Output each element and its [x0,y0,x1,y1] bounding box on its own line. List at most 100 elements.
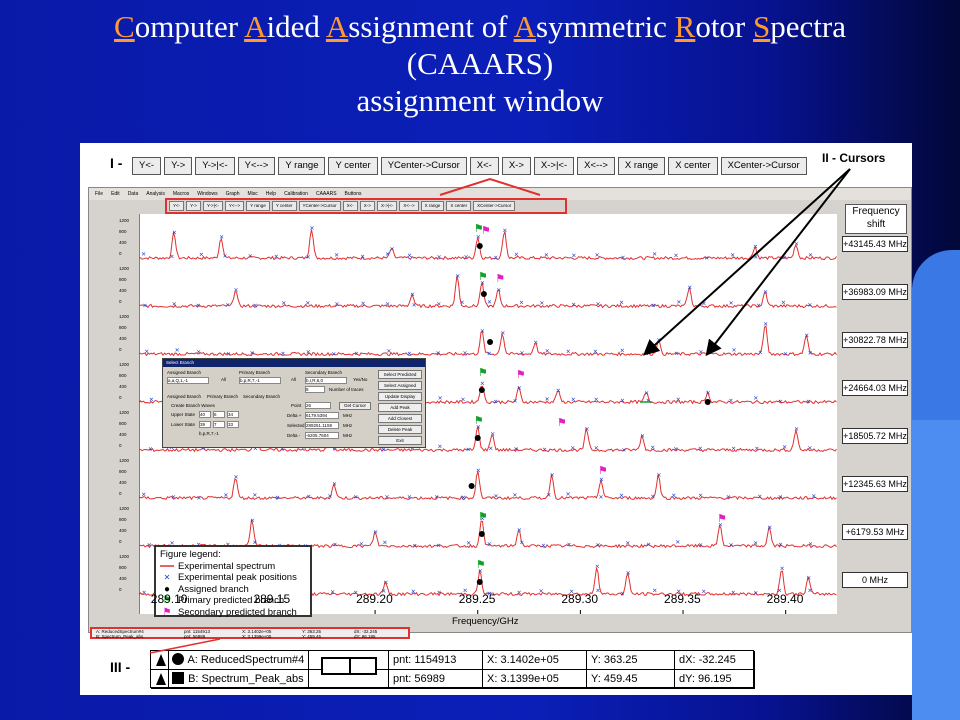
experimental-peak-marker: ✕ [698,493,703,500]
toolbar-button[interactable]: X-> [501,157,531,175]
toolbar-button[interactable]: X<- [469,157,499,175]
experimental-peak-marker: ✕ [334,252,339,259]
dialog-button[interactable]: Add Peak [378,403,422,412]
legend-symbol-icon: ⚑ [162,606,172,618]
cursor-a-trace[interactable]: A: ReducedSpectrum#4 [169,651,309,670]
upper-state-kc[interactable]: 34 [227,411,239,418]
toolbar-button[interactable]: X range [617,157,666,175]
title-segment: ided [266,9,326,44]
assigned-all-checkbox[interactable]: All [221,377,226,382]
create-branch-waves-checkbox[interactable]: Create Branch Waves [171,403,215,408]
selected-value[interactable]: 289251.1159 [305,422,339,429]
experimental-peak-marker: ✕ [171,494,176,501]
experimental-peak-marker: ✕ [175,347,180,354]
experimental-peak-marker: ✕ [464,254,469,261]
experimental-peak-marker: ✕ [674,351,679,358]
upper-state-ka[interactable]: 6 [213,411,225,418]
cursor-a-y: Y: 363.25 [587,651,675,670]
tab-secondary-branch[interactable]: Secondary Branch [243,394,280,399]
y-tick-label: 0 [119,299,122,304]
experimental-peak-marker: ✕ [330,589,335,596]
toolbar-button[interactable]: Y->|<- [195,157,235,175]
toolbar-button[interactable]: Y<- [132,157,162,175]
toolbar-button[interactable]: Y range [278,157,326,175]
dialog-button[interactable]: Select Assigned [378,381,422,390]
experimental-peak-marker: ✕ [142,590,147,597]
y-tick-label: 400 [119,528,127,533]
toolbar-button[interactable]: X center [668,157,718,175]
toolbar-button[interactable]: Y center [328,157,378,175]
tab-primary-branch[interactable]: Primary Branch [207,394,238,399]
dialog-button[interactable]: Update Display [378,392,422,401]
delta-minus-value[interactable]: -6205.7604 [305,432,339,439]
title-segment: A [244,9,267,44]
menu-item[interactable]: Analysis [146,188,165,200]
menu-item[interactable]: Data [128,188,139,200]
y-tick-label: 1200 [119,458,130,463]
experimental-peak-marker: ✕ [487,541,492,548]
toolbar-button[interactable]: Y-> [164,157,193,175]
experimental-peak-marker: ✕ [753,395,758,402]
experimental-peak-marker: ✕ [438,395,443,402]
cursor-slider[interactable] [321,657,377,675]
toolbar-button[interactable]: X<--> [577,157,615,175]
y-tick-label: 400 [119,336,127,341]
experimental-peak-marker: ✕ [778,542,783,549]
number-of-traces-input[interactable]: 8 [305,386,325,393]
experimental-peak-marker: ✕ [780,566,785,573]
dialog-button[interactable]: Delete Peak [378,425,422,434]
cursor-b-triangle-icon[interactable] [151,670,169,689]
experimental-peak-marker: ✕ [687,285,692,292]
dialog-button[interactable]: Exit [378,436,422,445]
upper-state-j[interactable]: 40 [199,411,211,418]
cursor-b-trace[interactable]: B: Spectrum_Peak_abs [169,670,309,689]
primary-predicted-marker: ⚑ [476,558,486,571]
number-of-traces-label: Number of traces [329,387,364,392]
dialog-button[interactable]: Select Predicted [378,370,422,379]
assigned-branch-dot [478,387,485,393]
y-tick-label: 0 [119,347,122,352]
toolbar-button[interactable]: XCenter->Cursor [720,157,807,175]
toolbar-button[interactable]: Y<--> [237,157,276,175]
primary-all-checkbox[interactable]: All [291,377,296,382]
experimental-peak-marker: ✕ [566,491,571,498]
experimental-peak-marker: ✕ [753,540,758,547]
experimental-peak-marker: ✕ [626,570,631,577]
experimental-peak-marker: ✕ [514,252,519,259]
toolbar-button[interactable]: X->|<- [533,157,575,175]
frequency-shift-label: +24664.03 MHz [842,380,908,396]
get-cursor-button[interactable]: Get Cursor [339,402,371,410]
experimental-peak-marker: ✕ [541,542,546,549]
yes-no-checkbox[interactable]: Yes/No [353,377,367,382]
assigned-branch-dot [487,339,494,345]
experimental-peak-marker: ✕ [807,302,812,309]
experimental-peak-marker: ✕ [280,351,285,358]
primary-branch-select[interactable]: b,p,R,7,-1 [239,377,281,384]
cursor-a-triangle-icon[interactable] [151,651,169,670]
title-segment: omputer [134,9,245,44]
menu-item[interactable]: Edit [111,188,120,200]
decorative-blue-shape-lower [912,420,960,720]
experimental-peak-marker: ✕ [652,588,657,595]
small-trace-b: B: Spectrum_Peak_abs [96,634,144,639]
lower-state-j[interactable]: 39 [199,421,211,428]
y-tick-label: 0 [119,491,122,496]
experimental-peak-marker: ✕ [619,492,624,499]
cursor-b-x: X: 3.1399e+05 [483,670,587,689]
lower-state-kc[interactable]: 33 [227,421,239,428]
secondary-branch-select[interactable]: b,r,R,6,0 [305,377,347,384]
legend-item: Experimental spectrum [160,561,306,573]
toolbar-button[interactable]: YCenter->Cursor [380,157,467,175]
menu-item[interactable]: File [95,188,103,200]
assigned-branch-select[interactable]: a,a,Q,1,-1 [167,377,209,384]
frequency-shift-label: +18505.72 MHz [842,428,908,444]
y-tick-label: 800 [119,229,127,234]
point-input[interactable]: 26 [305,402,331,409]
lower-state-ka[interactable]: 7 [213,421,225,428]
dialog-button[interactable]: Add Closest [378,414,422,423]
delta-plus-value[interactable]: 6179.5394 [305,412,339,419]
x-tick-label: 289.35 [664,592,701,606]
experimental-peak-marker: ✕ [811,493,816,500]
experimental-peak-marker: ✕ [646,397,651,404]
tab-assigned-branch[interactable]: Assigned Branch [167,394,201,399]
